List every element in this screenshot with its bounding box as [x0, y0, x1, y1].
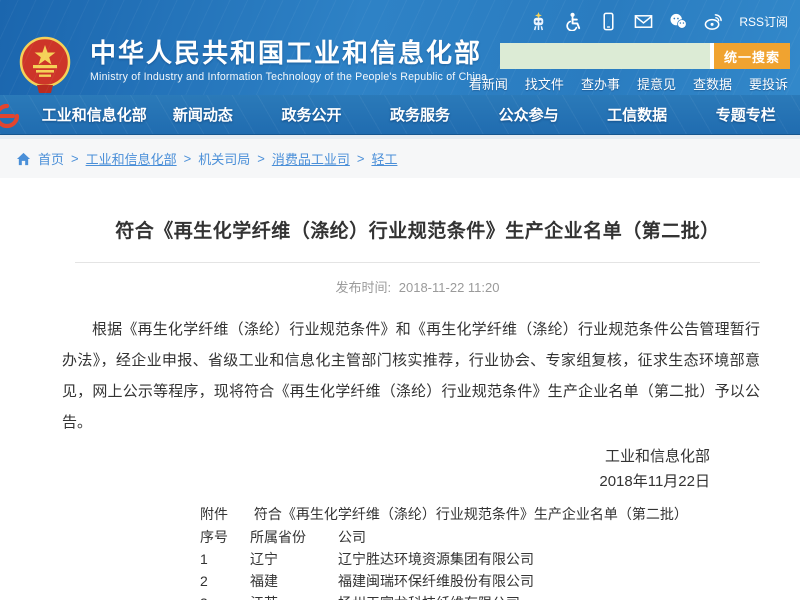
nav-item-gov-services[interactable]: 政务服务 [366, 104, 475, 125]
main-navbar: 工业和信息化部 新闻动态 政务公开 政务服务 公众参与 工信数据 专题专栏 [0, 95, 800, 135]
quick-links: 看新闻 找文件 查办事 提意见 查数据 要投诉 [469, 74, 788, 93]
cell-index: 1 [200, 548, 250, 570]
breadcrumb-consumer-goods[interactable]: 消费品工业司 [272, 149, 350, 168]
cell-province: 福建 [250, 570, 338, 592]
nav-items: 工业和信息化部 新闻动态 政务公开 政务服务 公众参与 工信数据 专题专栏 [0, 104, 800, 125]
weibo-icon[interactable] [704, 12, 723, 31]
breadcrumb-departments[interactable]: 机关司局 [198, 149, 250, 168]
quick-link-files[interactable]: 找文件 [525, 74, 564, 93]
breadcrumb-separator: > [357, 151, 365, 166]
nav-item-special-columns[interactable]: 专题专栏 [691, 104, 800, 125]
company-table: 序号 所属省份 公司 1 辽宁 辽宁胜达环境资源集团有限公司 2 福建 福建闽瑞… [200, 526, 534, 600]
attachment-label: 附件 [200, 506, 228, 522]
col-header-province: 所属省份 [250, 526, 338, 548]
quick-link-news[interactable]: 看新闻 [469, 74, 508, 93]
site-header: 中华人民共和国工业和信息化部 Ministry of Industry and … [0, 0, 800, 95]
breadcrumb-separator: > [71, 151, 79, 166]
cell-province: 江苏 [250, 592, 338, 600]
attachment-title[interactable]: 符合《再生化学纤维（涤纶）行业规范条件》生产企业名单（第二批） [254, 506, 688, 522]
table-row: 2 福建 福建闽瑞环保纤维股份有限公司 [200, 570, 534, 592]
table-row: 1 辽宁 辽宁胜达环境资源集团有限公司 [200, 548, 534, 570]
site-identity: 中华人民共和国工业和信息化部 Ministry of Industry and … [90, 38, 487, 83]
robot-mascot-icon[interactable] [529, 12, 548, 31]
unified-search: 统一搜索 [500, 43, 790, 69]
breadcrumb-separator: > [257, 151, 265, 166]
signature-date: 2018年11月22日 [62, 469, 710, 494]
wechat-icon[interactable] [669, 12, 688, 31]
quick-link-data[interactable]: 查数据 [693, 74, 732, 93]
site-title: 中华人民共和国工业和信息化部 [90, 38, 487, 68]
quick-link-services[interactable]: 查办事 [581, 74, 620, 93]
table-row: 3 江苏 扬州天富龙科技纤维有限公司 [200, 592, 534, 600]
attachment-block: 附件 符合《再生化学纤维（涤纶）行业规范条件》生产企业名单（第二批） 序号 所属… [200, 504, 760, 600]
cell-index: 2 [200, 570, 250, 592]
breadcrumb: 首页 > 工业和信息化部 > 机关司局 > 消费品工业司 > 轻工 [0, 139, 800, 178]
accessibility-icon[interactable] [564, 12, 583, 31]
rss-link[interactable]: RSS订阅 [739, 13, 788, 30]
unified-search-input[interactable] [500, 43, 710, 69]
col-header-index: 序号 [200, 526, 250, 548]
nav-item-public-participation[interactable]: 公众参与 [474, 104, 583, 125]
breadcrumb-light-industry[interactable]: 轻工 [371, 149, 397, 168]
quick-link-suggest[interactable]: 提意见 [637, 74, 676, 93]
publish-date: 发布时间: 2018-11-22 11:20 [62, 263, 760, 306]
cell-company: 辽宁胜达环境资源集团有限公司 [338, 548, 534, 570]
publish-date-value: 2018-11-22 11:20 [399, 280, 500, 295]
site-subtitle: Ministry of Industry and Information Tec… [90, 71, 487, 83]
signature-block: 工业和信息化部 2018年11月22日 [62, 444, 760, 494]
cell-index: 3 [200, 592, 250, 600]
mail-icon[interactable] [634, 12, 653, 31]
header-icon-row: RSS订阅 [529, 12, 788, 31]
miit-e-logo-icon [0, 102, 21, 130]
announcement-paragraph: 根据《再生化学纤维（涤纶）行业规范条件》和《再生化学纤维（涤纶）行业规范条件公告… [62, 314, 760, 438]
national-emblem-logo [18, 36, 72, 94]
home-icon[interactable] [16, 152, 31, 166]
nav-item-gov-disclosure[interactable]: 政务公开 [257, 104, 366, 125]
signature-org: 工业和信息化部 [62, 444, 710, 469]
publish-date-label: 发布时间: [336, 280, 392, 295]
breadcrumb-miit[interactable]: 工业和信息化部 [86, 149, 177, 168]
breadcrumb-separator: > [184, 151, 192, 166]
nav-item-miit-data[interactable]: 工信数据 [583, 104, 692, 125]
page-title: 符合《再生化学纤维（涤纶）行业规范条件》生产企业名单（第二批） [75, 216, 760, 243]
col-header-company: 公司 [338, 526, 534, 548]
nav-item-news[interactable]: 新闻动态 [149, 104, 258, 125]
nav-item-miit[interactable]: 工业和信息化部 [40, 104, 149, 125]
mobile-icon[interactable] [599, 12, 618, 31]
cell-company: 扬州天富龙科技纤维有限公司 [338, 592, 534, 600]
quick-link-complaint[interactable]: 要投诉 [749, 74, 788, 93]
cell-company: 福建闽瑞环保纤维股份有限公司 [338, 570, 534, 592]
attachment-line: 附件 符合《再生化学纤维（涤纶）行业规范条件》生产企业名单（第二批） [200, 504, 760, 524]
breadcrumb-home[interactable]: 首页 [38, 149, 64, 168]
table-header-row: 序号 所属省份 公司 [200, 526, 534, 548]
article-content: 符合《再生化学纤维（涤纶）行业规范条件》生产企业名单（第二批） 发布时间: 20… [0, 178, 800, 600]
cell-province: 辽宁 [250, 548, 338, 570]
unified-search-button[interactable]: 统一搜索 [714, 43, 790, 69]
